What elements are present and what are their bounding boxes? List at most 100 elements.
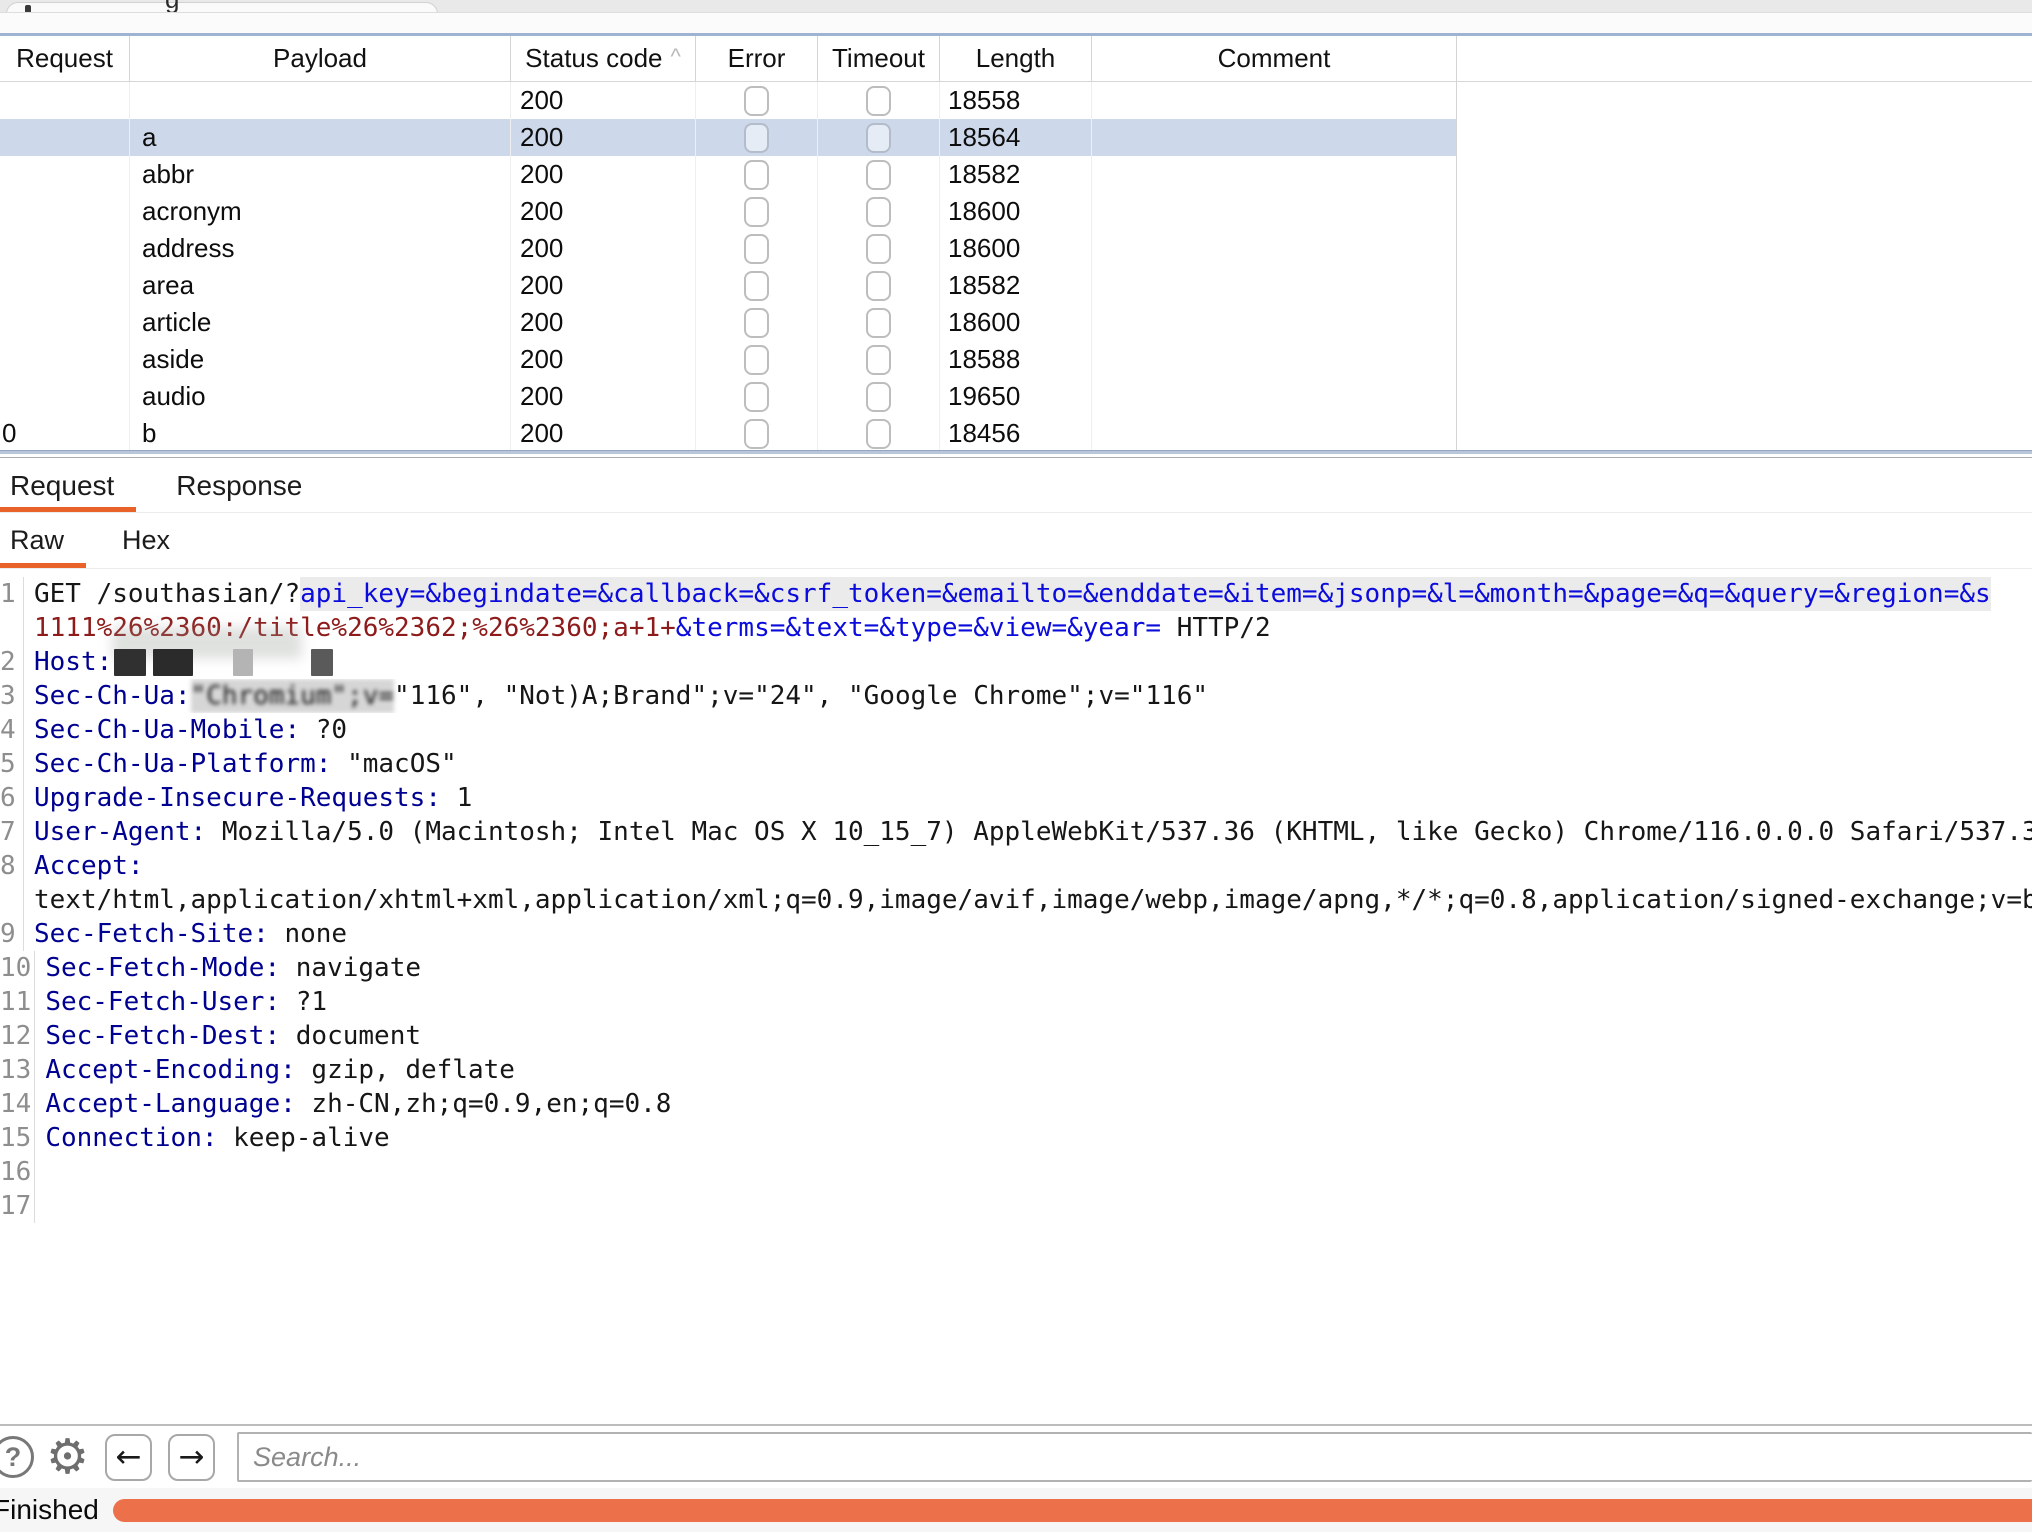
table-row[interactable]: article20018600: [0, 304, 1456, 341]
attack-progress-bar: [113, 1499, 2032, 1522]
code-token: Sec-Fetch-Dest:: [45, 1019, 280, 1053]
tab-request[interactable]: Request: [0, 459, 136, 512]
length-cell: 18588: [940, 341, 1092, 378]
table-row[interactable]: abbr20018582: [0, 156, 1456, 193]
error-checkbox[interactable]: [744, 419, 769, 449]
request-line: 13Accept-Encoding: gzip, deflate: [0, 1053, 2032, 1087]
table-row[interactable]: a20018564: [0, 119, 1456, 156]
column-label: Comment: [1218, 43, 1331, 74]
request-cell: [0, 193, 130, 230]
timeout-checkbox[interactable]: [866, 271, 891, 301]
length-cell: 18456: [940, 415, 1092, 450]
table-row[interactable]: address20018600: [0, 230, 1456, 267]
timeout-checkbox[interactable]: [866, 345, 891, 375]
column-header-error[interactable]: Error: [696, 36, 818, 81]
length-cell: 18564: [940, 119, 1092, 156]
request-line: 16: [0, 1155, 2032, 1189]
burp-intruder-attack-window: { "window": { "tab_remnant_glyph": "g" }…: [0, 0, 2032, 1528]
code-token: 1111%26%2360:/title%26%2362;%26%2360;a+1…: [34, 611, 676, 645]
status-code-cell: 200: [511, 415, 696, 450]
error-checkbox[interactable]: [744, 197, 769, 227]
line-number: 10: [0, 951, 35, 985]
error-checkbox[interactable]: [744, 160, 769, 190]
comment-cell: [1092, 341, 1456, 378]
table-row[interactable]: 20018558: [0, 82, 1456, 119]
timeout-checkbox[interactable]: [866, 308, 891, 338]
request-cell: 0: [0, 415, 130, 450]
timeout-checkbox[interactable]: [866, 123, 891, 153]
line-content: Accept-Language: zh-CN,zh;q=0.9,en;q=0.8: [45, 1087, 2032, 1121]
timeout-checkbox-cell: [818, 341, 940, 378]
code-token: Accept-Language:: [45, 1087, 295, 1121]
timeout-checkbox-cell: [818, 230, 940, 267]
code-token: "Chromium";v=: [191, 679, 395, 713]
request-cell: [0, 156, 130, 193]
column-header-status-code[interactable]: Status code^: [511, 36, 696, 81]
column-header-comment[interactable]: Comment: [1092, 36, 1456, 81]
line-number: 12: [0, 1019, 35, 1053]
error-checkbox[interactable]: [744, 308, 769, 338]
line-number: 9: [0, 917, 24, 951]
search-input[interactable]: [237, 1432, 2032, 1482]
tab-hex[interactable]: Hex: [112, 513, 192, 568]
length-cell: 18600: [940, 193, 1092, 230]
request-editor[interactable]: 1GET /southasian/?api_key=&begindate=&ca…: [0, 569, 2032, 1424]
error-checkbox[interactable]: [744, 382, 769, 412]
editor-toolbar: ? ⚙ ← →: [0, 1424, 2032, 1488]
request-line: 17: [0, 1189, 2032, 1223]
timeout-checkbox[interactable]: [866, 197, 891, 227]
error-checkbox[interactable]: [744, 234, 769, 264]
line-content: [45, 1189, 2032, 1223]
column-label: Status code: [525, 43, 662, 74]
column-header-request[interactable]: Request: [0, 36, 130, 81]
code-token: ?1: [280, 985, 327, 1019]
column-header-payload[interactable]: Payload: [130, 36, 511, 81]
error-checkbox[interactable]: [744, 123, 769, 153]
timeout-checkbox[interactable]: [866, 234, 891, 264]
status-code-cell: 200: [511, 82, 696, 119]
tab-raw[interactable]: Raw: [0, 513, 86, 568]
table-row[interactable]: acronym20018600: [0, 193, 1456, 230]
timeout-checkbox[interactable]: [866, 86, 891, 116]
help-icon[interactable]: ?: [0, 1436, 34, 1478]
next-match-button[interactable]: →: [168, 1434, 215, 1481]
comment-cell: [1092, 82, 1456, 119]
timeout-checkbox[interactable]: [866, 419, 891, 449]
code-token: Upgrade-Insecure-Requests:: [34, 781, 441, 815]
column-header-length[interactable]: Length: [940, 36, 1092, 81]
line-number: 8: [0, 849, 24, 883]
table-row[interactable]: area20018582: [0, 267, 1456, 304]
timeout-checkbox[interactable]: [866, 382, 891, 412]
table-row[interactable]: aside20018588: [0, 341, 1456, 378]
column-header-timeout[interactable]: Timeout: [818, 36, 940, 81]
request-line: 2Host:: [0, 645, 2032, 679]
code-token: Sec-Fetch-Site:: [34, 917, 269, 951]
error-checkbox[interactable]: [744, 345, 769, 375]
comment-cell: [1092, 378, 1456, 415]
request-line: 14Accept-Language: zh-CN,zh;q=0.9,en;q=0…: [0, 1087, 2032, 1121]
table-row[interactable]: 0b20018456: [0, 415, 1456, 450]
tab-response[interactable]: Response: [166, 459, 324, 512]
previous-match-button[interactable]: ←: [105, 1434, 152, 1481]
error-checkbox[interactable]: [744, 271, 769, 301]
gear-icon[interactable]: ⚙: [46, 1433, 89, 1481]
code-token: text/html,application/xhtml+xml,applicat…: [34, 883, 2032, 917]
line-number: 5: [0, 747, 24, 781]
code-token: none: [269, 917, 347, 951]
timeout-checkbox[interactable]: [866, 160, 891, 190]
code-token: document: [280, 1019, 421, 1053]
window-tab-bar: g: [0, 0, 2032, 13]
error-checkbox[interactable]: [744, 86, 769, 116]
code-token: Accept-Encoding:: [45, 1053, 295, 1087]
request-cell: [0, 341, 130, 378]
message-tab-bar: Request Response: [0, 459, 2032, 513]
comment-cell: [1092, 230, 1456, 267]
table-row[interactable]: audio20019650: [0, 378, 1456, 415]
window-tab[interactable]: g: [6, 2, 438, 13]
code-token: "116", "Not)A;Brand";v="24", "Google Chr…: [394, 679, 1208, 713]
status-code-cell: 200: [511, 230, 696, 267]
view-tab-bar: Raw Hex: [0, 513, 2032, 569]
pane-splitter[interactable]: [0, 450, 2032, 459]
status-code-cell: 200: [511, 193, 696, 230]
line-content: [45, 1155, 2032, 1189]
